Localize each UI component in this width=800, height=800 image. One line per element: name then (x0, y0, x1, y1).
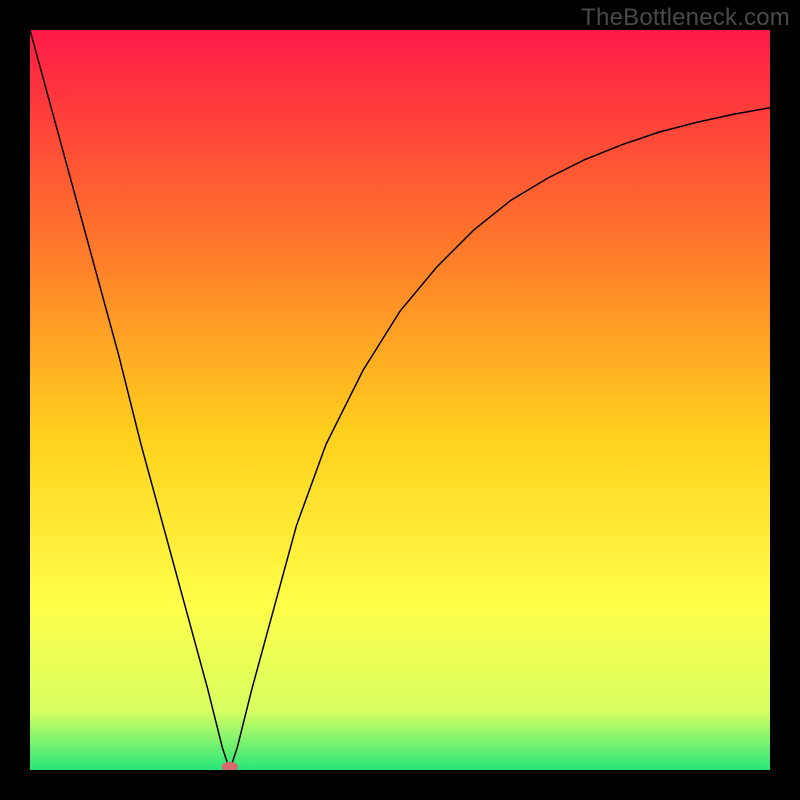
chart-frame: TheBottleneck.com (0, 0, 800, 800)
gradient-background (30, 30, 770, 770)
plot-svg (30, 30, 770, 770)
plot-area (30, 30, 770, 770)
watermark-text: TheBottleneck.com (581, 4, 790, 32)
